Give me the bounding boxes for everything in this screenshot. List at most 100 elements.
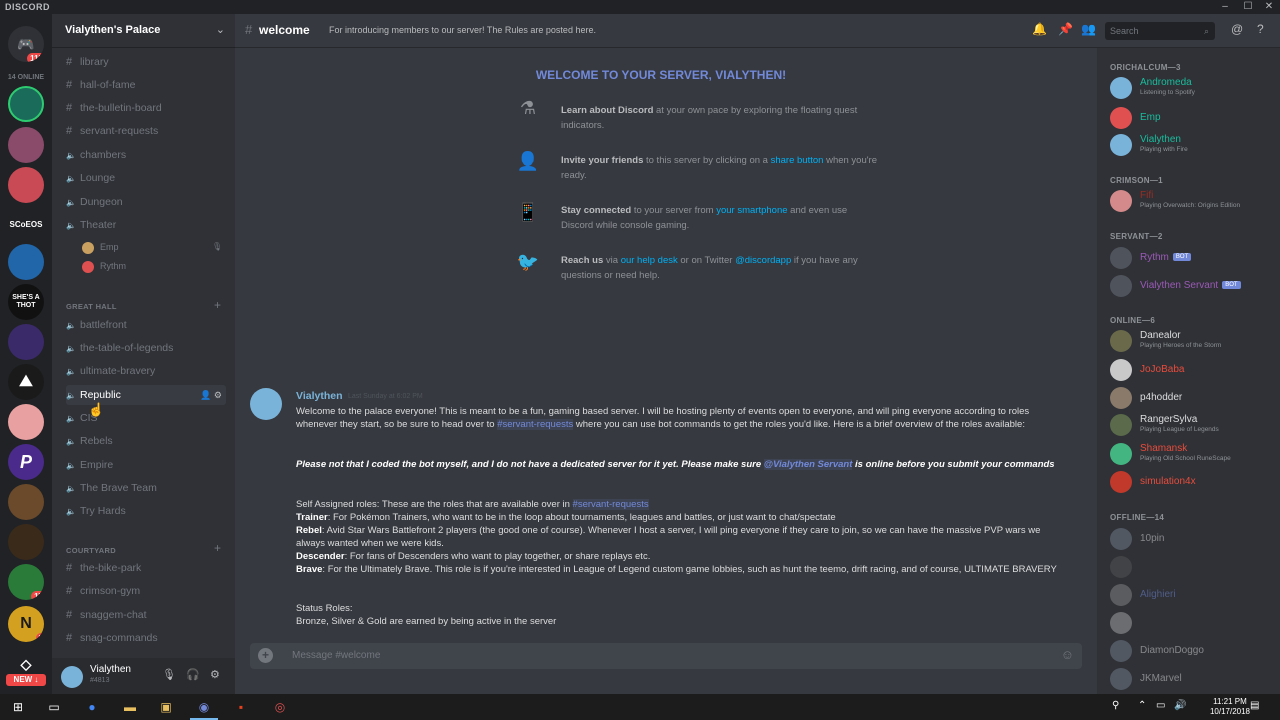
server-icon-palace[interactable]: [8, 86, 44, 122]
discord-taskbar-icon[interactable]: ◉: [196, 699, 212, 715]
member-item[interactable]: JKMarvel: [1110, 666, 1275, 692]
channel-battlefront[interactable]: 🔈 battlefront: [66, 315, 226, 335]
avatar[interactable]: [61, 666, 83, 688]
member-item[interactable]: Vialythen Playing with Fire: [1110, 132, 1275, 158]
category-great-hall[interactable]: GREAT HALL: [66, 302, 117, 311]
channel-servant-requests[interactable]: # servant-requests: [66, 121, 226, 141]
member-item[interactable]: [1110, 554, 1275, 580]
channel-ultimate-bravery[interactable]: 🔈 ultimate-bravery: [66, 361, 226, 381]
channel-lounge[interactable]: 🔈 Lounge: [66, 168, 226, 188]
folder-icon[interactable]: ▣: [158, 699, 174, 715]
add-channel-icon[interactable]: +: [214, 298, 221, 312]
voice-user[interactable]: Rythm: [82, 257, 126, 275]
server-icon-mountain[interactable]: ⛰: [8, 364, 44, 400]
channel-the-brave-team[interactable]: 🔈 The Brave Team: [66, 478, 226, 498]
channel-chambers[interactable]: 🔈 chambers: [66, 145, 226, 165]
taskbar-clock[interactable]: 11:21 PM 10/17/2018: [1210, 697, 1250, 717]
microphone-icon[interactable]: 🎙: [162, 668, 176, 681]
server-icon[interactable]: [8, 127, 44, 163]
channel-the-bulletin-board[interactable]: # the-bulletin-board: [66, 98, 226, 118]
chevron-up-icon[interactable]: ⌃: [1138, 700, 1146, 711]
channel-link[interactable]: #servant-requests: [572, 499, 649, 510]
server-icon-n[interactable]: N 5: [8, 606, 44, 642]
server-icon[interactable]: P: [8, 444, 44, 480]
server-icon[interactable]: [8, 404, 44, 440]
member-item[interactable]: Emp: [1110, 105, 1275, 131]
photoshop-icon[interactable]: ▪: [233, 699, 249, 715]
member-item[interactable]: Danealor Playing Heroes of the Storm: [1110, 328, 1275, 354]
maximize-button[interactable]: ☐: [1237, 0, 1259, 14]
chrome-icon[interactable]: ●: [84, 699, 100, 715]
smartphone-link[interactable]: your smartphone: [716, 205, 787, 216]
channel-link[interactable]: #servant-requests: [497, 419, 574, 430]
home-button[interactable]: 🎮 115: [8, 26, 44, 62]
member-item[interactable]: Alighieri: [1110, 582, 1275, 608]
search-input[interactable]: Search ⌕: [1105, 22, 1215, 40]
obs-icon[interactable]: ◎: [272, 699, 288, 715]
category-courtyard[interactable]: COURTYARD: [66, 546, 116, 555]
message-composer[interactable]: + Message #welcome ☺: [250, 643, 1082, 669]
share-button-link[interactable]: share button: [771, 155, 824, 166]
channel-crimson-gym[interactable]: # crimson-gym: [66, 581, 226, 601]
channel-empire[interactable]: 🔈 Empire: [66, 455, 226, 475]
channel-the-table-of-legends[interactable]: 🔈 the-table-of-legends: [66, 338, 226, 358]
close-window-button[interactable]: ✕: [1258, 0, 1280, 14]
channel-the-bike-park[interactable]: # the-bike-park: [66, 558, 226, 578]
gear-icon[interactable]: ⚙: [210, 668, 220, 681]
channel-snaggem-chat[interactable]: # snaggem-chat: [66, 605, 226, 625]
member-item[interactable]: [1110, 610, 1275, 636]
network-icon[interactable]: ▭: [1156, 700, 1165, 711]
guild-header[interactable]: Vialythen's Palace ⌄: [52, 14, 235, 48]
server-icon[interactable]: 17: [8, 564, 44, 600]
server-icon[interactable]: [8, 524, 44, 560]
twitter-link[interactable]: @discordapp: [735, 255, 791, 266]
upload-icon[interactable]: +: [258, 648, 273, 663]
help-icon[interactable]: ?: [1257, 22, 1264, 36]
member-item[interactable]: RangerSylva Playing League of Legends: [1110, 412, 1275, 438]
channel-rebels[interactable]: 🔈 Rebels: [66, 431, 226, 451]
server-icon[interactable]: [8, 167, 44, 203]
member-item[interactable]: Andromeda Listening to Spotify: [1110, 75, 1275, 101]
member-item[interactable]: simulation4x: [1110, 469, 1275, 495]
server-icon[interactable]: [8, 244, 44, 280]
members-icon[interactable]: 👥: [1081, 22, 1096, 36]
member-item[interactable]: 10pin: [1110, 526, 1275, 552]
user-mention[interactable]: @Vialythen Servant: [763, 459, 853, 470]
emoji-icon[interactable]: ☺: [1061, 647, 1074, 662]
headphones-icon[interactable]: 🎧: [186, 668, 200, 681]
server-icon-scoeos[interactable]: SCoEOS: [8, 206, 44, 242]
voice-user[interactable]: Emp: [82, 238, 119, 256]
add-channel-icon[interactable]: +: [214, 541, 221, 555]
channel-dungeon[interactable]: 🔈 Dungeon: [66, 192, 226, 212]
people-icon[interactable]: ⚲: [1112, 700, 1119, 711]
member-item[interactable]: Shamansk Playing Old School RuneScape: [1110, 441, 1275, 467]
channel-snag-commands[interactable]: # snag-commands: [66, 628, 226, 648]
volume-icon[interactable]: 🔊: [1174, 700, 1186, 711]
mention-icon[interactable]: @: [1231, 22, 1243, 36]
file-explorer-icon[interactable]: ▬: [122, 699, 138, 715]
channel-try-hards[interactable]: 🔈 Try Hards: [66, 501, 226, 521]
bell-icon[interactable]: 🔔: [1032, 22, 1047, 36]
windows-start-icon[interactable]: ⊞: [10, 699, 26, 715]
channel-theater[interactable]: 🔈 Theater: [66, 215, 226, 235]
member-item[interactable]: Fifi Playing Overwatch: Origins Edition: [1110, 188, 1275, 214]
server-icon[interactable]: [8, 324, 44, 360]
message-author[interactable]: Vialythen: [296, 390, 343, 402]
minimize-button[interactable]: –: [1214, 0, 1236, 14]
help-desk-link[interactable]: our help desk: [621, 255, 678, 266]
new-unreads-badge[interactable]: NEW ↓: [6, 674, 46, 686]
member-item[interactable]: JoJoBaba: [1110, 357, 1275, 383]
channel-settings-icons[interactable]: 👤 ⚙: [200, 385, 222, 405]
member-item[interactable]: Rythm BOT: [1110, 245, 1275, 271]
avatar[interactable]: [250, 388, 282, 420]
task-view-icon[interactable]: ▭: [46, 699, 62, 715]
notifications-icon[interactable]: ▤: [1250, 700, 1259, 711]
channel-hall-of-fame[interactable]: # hall-of-fame: [66, 75, 226, 95]
member-item[interactable]: Vialythen Servant BOT: [1110, 273, 1275, 299]
server-icon-shes-a-thot[interactable]: SHE'S A THOT: [8, 284, 44, 320]
pin-icon[interactable]: 📌: [1058, 22, 1073, 36]
server-icon[interactable]: [8, 484, 44, 520]
channel-library[interactable]: # library: [66, 52, 226, 72]
member-item[interactable]: DiamonDoggo: [1110, 638, 1275, 664]
member-item[interactable]: p4hodder: [1110, 385, 1275, 411]
